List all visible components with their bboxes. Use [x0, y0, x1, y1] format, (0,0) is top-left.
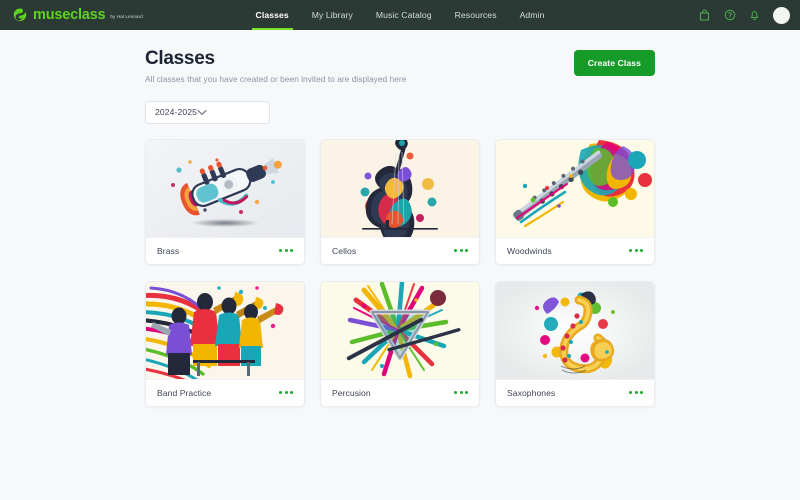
- class-name: Saxophones: [507, 387, 556, 398]
- page-header: Classes All classes that you have create…: [145, 48, 655, 84]
- class-card-footer: Woodwinds: [496, 236, 654, 264]
- class-card-band-practice[interactable]: Band Practice: [145, 280, 305, 407]
- nav-label: My Library: [311, 10, 353, 20]
- class-card-brass[interactable]: Brass: [145, 138, 305, 265]
- museclass-swirl-logo-icon: [12, 7, 28, 23]
- nav-item-admin[interactable]: Admin: [520, 0, 545, 30]
- class-card-woodwinds[interactable]: Woodwinds: [495, 138, 655, 265]
- class-artwork-cello: [321, 139, 479, 237]
- class-name: Brass: [157, 245, 180, 256]
- page-subtitle: All classes that you have created or bee…: [145, 73, 407, 84]
- create-class-button[interactable]: Create Class: [573, 50, 655, 76]
- class-card-footer: Band Practice: [146, 378, 304, 406]
- class-card-footer: Percusion: [321, 378, 479, 406]
- nav-label: Admin: [519, 10, 545, 20]
- class-card-cellos[interactable]: Cellos: [320, 138, 480, 265]
- nav-item-resources[interactable]: Resources: [455, 0, 497, 30]
- nav-label: Classes: [255, 10, 289, 20]
- class-artwork-saxophone: [496, 281, 654, 379]
- class-card-saxophones[interactable]: Saxophones: [495, 280, 655, 407]
- bell-icon[interactable]: [748, 9, 761, 22]
- school-year-select[interactable]: 2024-2025: [145, 100, 270, 124]
- class-name: Band Practice: [157, 387, 212, 398]
- nav-label: Music Catalog: [375, 10, 432, 20]
- help-circle-icon[interactable]: [723, 9, 736, 22]
- more-options-icon[interactable]: [621, 245, 643, 256]
- more-options-icon[interactable]: [446, 245, 468, 256]
- more-options-icon[interactable]: [271, 245, 293, 256]
- class-card-footer: Saxophones: [496, 378, 654, 406]
- more-options-icon[interactable]: [271, 387, 293, 398]
- class-name: Cellos: [332, 245, 357, 256]
- school-year-value: 2024-2025: [155, 107, 197, 118]
- page-title: Classes: [145, 48, 215, 69]
- nav-label: Resources: [454, 10, 497, 20]
- more-options-icon[interactable]: [621, 387, 643, 398]
- class-artwork-flute: [496, 139, 654, 237]
- page-content: Classes All classes that you have create…: [0, 30, 800, 500]
- brand-tagline: by Hal Leonard: [110, 14, 143, 20]
- class-artwork-band: [146, 281, 304, 379]
- class-artwork-triangle: [321, 281, 479, 379]
- class-name: Woodwinds: [507, 245, 552, 256]
- class-name: Percusion: [332, 387, 371, 398]
- top-navigation-bar: museclass by Hal Leonard Classes My Libr…: [0, 0, 800, 30]
- more-options-icon[interactable]: [446, 387, 468, 398]
- classes-grid: Brass Cellos Woodwinds Band Practice Per…: [145, 138, 655, 407]
- avatar[interactable]: [773, 6, 790, 24]
- nav-item-music-catalog[interactable]: Music Catalog: [376, 0, 432, 30]
- class-artwork-trumpet: [146, 139, 304, 237]
- brand-logo[interactable]: museclass by Hal Leonard: [12, 7, 143, 23]
- class-card-percusion[interactable]: Percusion: [320, 280, 480, 407]
- class-card-footer: Brass: [146, 236, 304, 264]
- class-card-footer: Cellos: [321, 236, 479, 264]
- brand-name: museclass: [33, 6, 106, 23]
- topbar-actions: [698, 6, 790, 24]
- page-header-text: Classes All classes that you have create…: [145, 48, 406, 84]
- nav-item-classes[interactable]: Classes: [251, 0, 293, 30]
- shopping-bag-icon[interactable]: [698, 9, 711, 22]
- nav-item-my-library[interactable]: My Library: [312, 0, 353, 30]
- chevron-down-icon: [197, 109, 207, 116]
